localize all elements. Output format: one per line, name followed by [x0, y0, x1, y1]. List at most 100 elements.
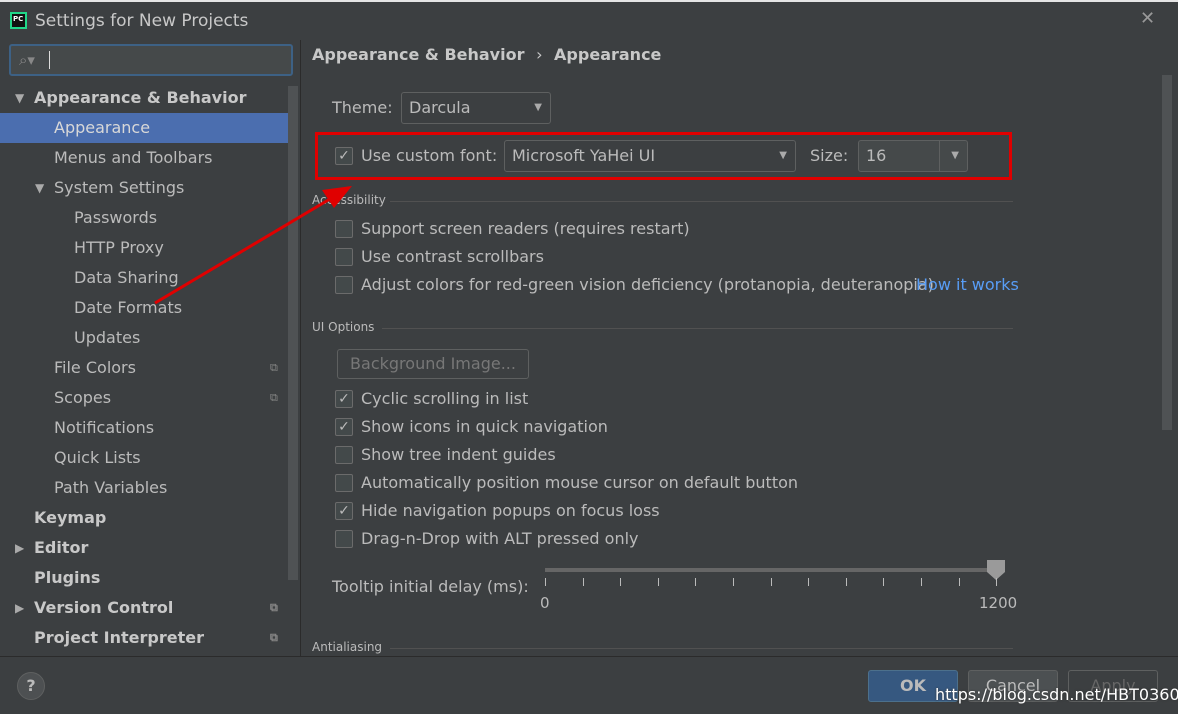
tree-item-label: File Colors — [54, 358, 136, 377]
option-checkbox[interactable] — [335, 248, 353, 266]
custom-font-checkbox[interactable]: ✓ — [335, 147, 353, 165]
slider-tick — [733, 578, 734, 586]
option-label: Hide navigation popups on focus loss — [361, 501, 660, 520]
font-select[interactable]: Microsoft YaHei UI ▼ — [504, 140, 796, 172]
custom-font-label: Use custom font: — [361, 146, 498, 165]
tooltip-delay-label: Tooltip initial delay (ms): — [332, 577, 529, 596]
tree-scrollbar[interactable] — [288, 86, 298, 580]
option-checkbox[interactable]: ✓ — [335, 502, 353, 520]
expand-down-icon[interactable]: ▼ — [35, 173, 44, 203]
separator — [390, 201, 1013, 202]
chevron-down-icon: ▼ — [779, 150, 787, 161]
settings-tree: ▼ Appearance & Behavior Appearance Menus an… — [0, 83, 300, 656]
antialiasing-section-title: Antialiasing — [312, 640, 383, 654]
tree-item-label: Scopes — [54, 388, 112, 407]
slider-tick — [996, 578, 998, 586]
tree-item[interactable]: Path Variables — [0, 473, 288, 503]
tree-item-label: Data Sharing — [74, 268, 179, 287]
theme-label: Theme: — [332, 98, 393, 117]
background-image-button[interactable]: Background Image... — [337, 349, 529, 379]
option-label: Support screen readers (requires restart… — [361, 219, 690, 238]
watermark: https://blog.csdn.net/HBT036017 — [935, 685, 1178, 704]
tree-item[interactable]: Plugins — [0, 563, 288, 593]
tree-item[interactable]: ▼ Appearance & Behavior — [0, 83, 288, 113]
tree-item[interactable]: Project Interpreter ⧉ — [0, 623, 288, 653]
slider-tick — [657, 578, 659, 586]
text-caret — [49, 51, 50, 69]
slider-thumb[interactable] — [987, 560, 1005, 580]
tree-item[interactable]: ▶ Editor — [0, 533, 288, 563]
divider — [300, 40, 301, 656]
expand-right-icon[interactable]: ▶ — [15, 533, 24, 563]
search-icon: ⌕▾ — [19, 51, 35, 69]
project-copy-icon: ⧉ — [270, 391, 278, 404]
tree-item[interactable]: Keymap — [0, 503, 288, 533]
option-checkbox[interactable] — [335, 446, 353, 464]
expand-down-icon[interactable]: ▼ — [15, 83, 24, 113]
option-checkbox[interactable]: ✓ — [335, 418, 353, 436]
option-label: Show icons in quick navigation — [361, 417, 608, 436]
option-checkbox[interactable] — [335, 276, 353, 294]
separator — [390, 648, 1013, 649]
tree-item[interactable]: Appearance — [0, 113, 288, 143]
tree-item[interactable]: ▶ Version Control ⧉ — [0, 593, 288, 623]
slider-tick — [883, 578, 885, 586]
tree-item[interactable]: Quick Lists — [0, 443, 288, 473]
slider-tick — [620, 578, 622, 586]
tree-item-label: Version Control — [34, 598, 174, 617]
option-checkbox[interactable] — [335, 474, 353, 492]
option-checkbox[interactable] — [335, 530, 353, 548]
tree-item-label: Plugins — [34, 568, 101, 587]
project-copy-icon: ⧉ — [270, 601, 278, 614]
tree-item-label: HTTP Proxy — [74, 238, 164, 257]
tree-item[interactable]: Notifications — [0, 413, 288, 443]
option-label: Automatically position mouse cursor on d… — [361, 473, 799, 492]
slider-tick — [770, 578, 772, 586]
tree-item[interactable]: Date Formats — [0, 293, 288, 323]
option-label: Cyclic scrolling in list — [361, 389, 529, 408]
expand-right-icon[interactable]: ▶ — [15, 593, 24, 623]
slider-tick — [845, 578, 847, 586]
how-it-works-link[interactable]: How it works — [916, 275, 1019, 294]
title-bar: PC Settings for New Projects ✕ — [0, 0, 1178, 40]
tree-item[interactable]: Passwords — [0, 203, 288, 233]
tree-item[interactable]: HTTP Proxy — [0, 233, 288, 263]
tree-item-label: Date Formats — [74, 298, 183, 317]
size-value: 16 — [866, 146, 887, 165]
tooltip-delay-slider[interactable] — [545, 568, 995, 572]
tree-item[interactable]: Updates — [0, 323, 288, 353]
project-copy-icon: ⧉ — [270, 361, 278, 374]
help-button[interactable]: ? — [17, 672, 45, 700]
chevron-down-icon: ▼ — [534, 102, 542, 113]
tree-item[interactable]: Scopes ⧉ — [0, 383, 288, 413]
ui-options-section-title: UI Options — [312, 320, 375, 334]
theme-value: Darcula — [409, 98, 471, 117]
slider-tick — [545, 578, 546, 586]
slider-tick — [695, 578, 697, 586]
option-label: Use contrast scrollbars — [361, 247, 544, 266]
tree-item-label: System Settings — [54, 178, 185, 197]
breadcrumb-separator: › — [536, 45, 543, 64]
check-icon: ✓ — [338, 148, 350, 164]
option-checkbox[interactable]: ✓ — [335, 390, 353, 408]
tree-item[interactable]: Data Sharing — [0, 263, 288, 293]
size-select[interactable]: 16 ▼ — [858, 140, 968, 172]
chevron-down-icon: ▼ — [951, 150, 959, 161]
option-checkbox[interactable] — [335, 220, 353, 238]
theme-select[interactable]: Darcula ▼ — [401, 92, 551, 124]
accessibility-section-title: Accessibility — [312, 193, 386, 207]
close-icon[interactable]: ✕ — [1140, 8, 1155, 29]
slider-tick — [958, 578, 960, 586]
search-input[interactable]: ⌕▾ — [9, 44, 293, 76]
tree-item[interactable]: Menus and Toolbars — [0, 143, 288, 173]
tree-item-label: Appearance — [54, 118, 151, 137]
tree-item-label: Keymap — [34, 508, 107, 527]
tree-item-label: Passwords — [74, 208, 158, 227]
pycharm-logo-icon: PC — [10, 12, 27, 29]
tree-item[interactable]: File Colors ⧉ — [0, 353, 288, 383]
tree-item[interactable]: ▼ System Settings — [0, 173, 288, 203]
breadcrumb-parent[interactable]: Appearance & Behavior — [312, 45, 524, 64]
content-scrollbar[interactable] — [1162, 75, 1172, 430]
size-label: Size: — [810, 146, 849, 165]
breadcrumb: Appearance & Behavior › Appearance — [312, 45, 661, 64]
